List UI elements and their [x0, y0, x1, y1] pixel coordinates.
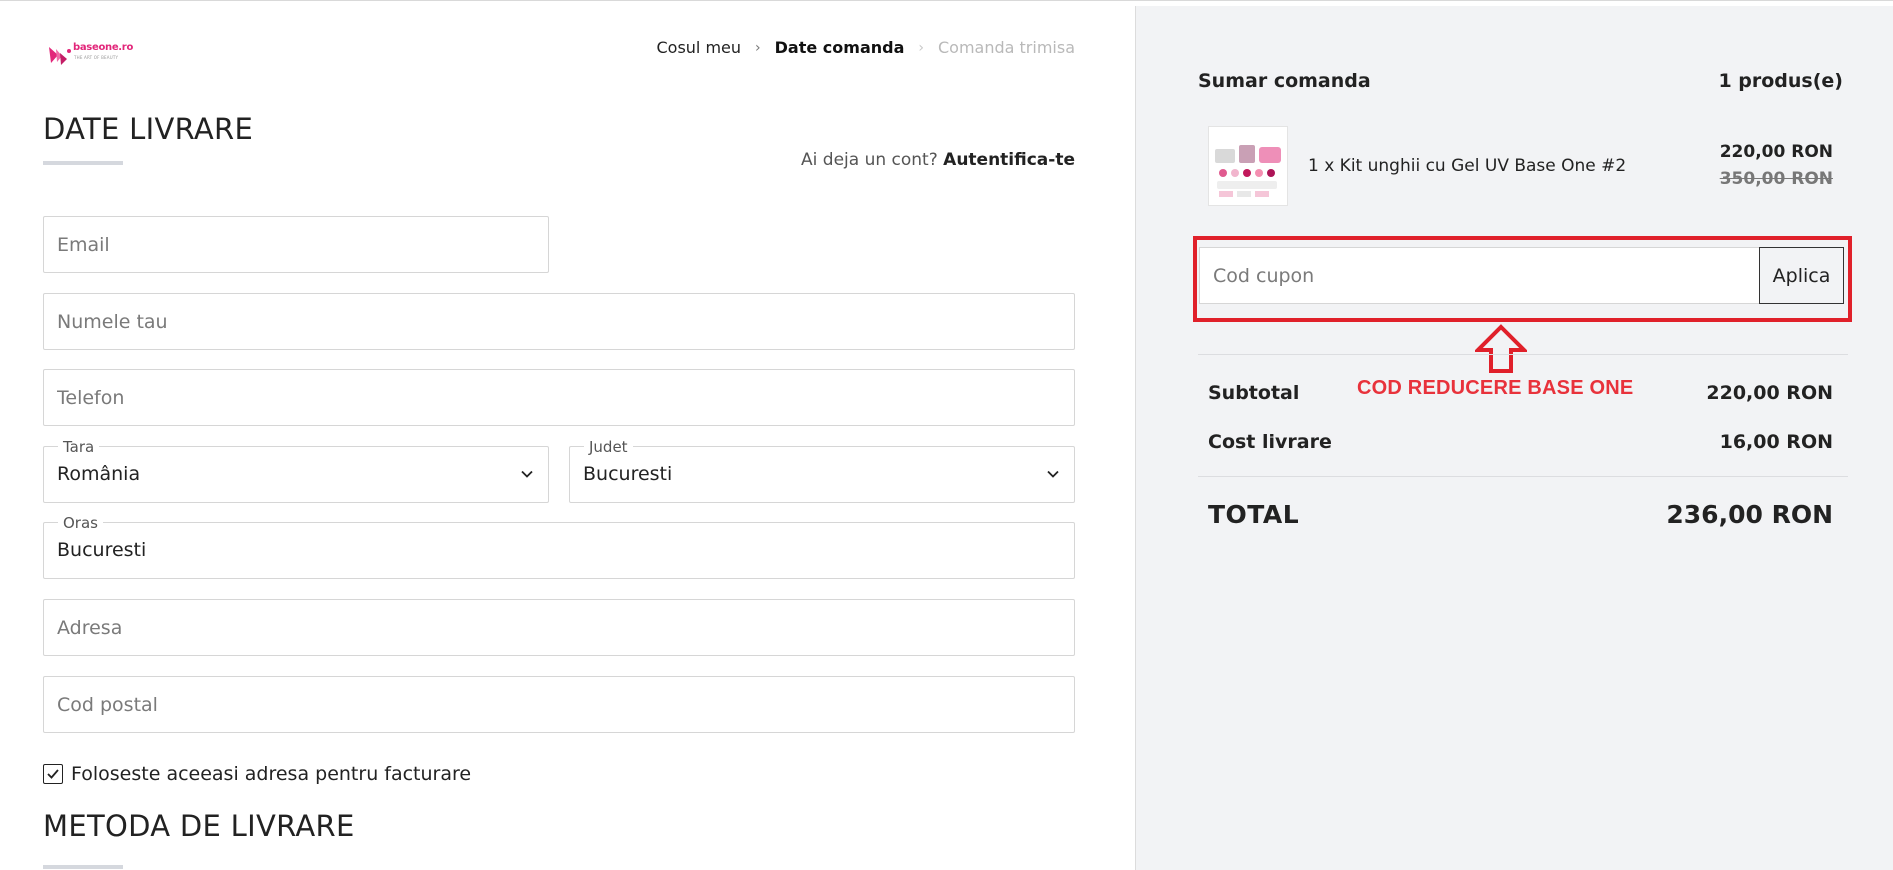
- summary-item-count: 1 produs(e): [1718, 70, 1843, 92]
- same-billing-label: Foloseste aceeasi adresa pentru facturar…: [71, 763, 472, 785]
- butterfly-logo-icon: [49, 47, 71, 65]
- breadcrumb-order-details: Date comanda: [774, 38, 905, 57]
- county-select[interactable]: Judet Bucuresti: [569, 438, 1075, 503]
- coupon-annotation: COD REDUCERE BASE ONE: [1357, 377, 1634, 399]
- address-field[interactable]: [44, 600, 1074, 655]
- chevron-right-icon: ›: [918, 39, 924, 56]
- postal-code-field-wrapper: [43, 676, 1075, 733]
- city-label: Oras: [58, 514, 103, 532]
- delivery-section-title: DATE LIVRARE: [43, 112, 254, 146]
- total-label: TOTAL: [1208, 500, 1300, 529]
- chevron-down-icon: [521, 470, 533, 478]
- nail-kit-thumbnail-icon: [1215, 145, 1281, 197]
- checkout-form-panel: baseone.ro THE ART OF BEAUTY Cosul meu ›…: [0, 6, 1135, 870]
- summary-title: Sumar comanda: [1198, 70, 1371, 92]
- chevron-down-icon: [1047, 470, 1059, 478]
- email-field[interactable]: [44, 217, 548, 272]
- total-value: 236,00 RON: [1666, 500, 1833, 529]
- name-field-wrapper: [43, 293, 1075, 350]
- county-value: Bucuresti: [583, 463, 673, 485]
- apply-coupon-button[interactable]: Aplica: [1759, 247, 1844, 304]
- arrow-up-icon: [1475, 324, 1527, 373]
- login-prompt-text: Ai deja un cont?: [801, 150, 938, 170]
- country-value: România: [57, 463, 141, 485]
- country-select[interactable]: Tara România: [43, 438, 549, 503]
- section-underline: [43, 865, 123, 869]
- city-value: Bucuresti: [57, 539, 147, 561]
- breadcrumb-order-sent: Comanda trimisa: [937, 38, 1075, 57]
- address-field-wrapper: [43, 599, 1075, 656]
- shipping-method-title: METODA DE LIVRARE: [43, 809, 355, 843]
- checkmark-icon: [47, 769, 59, 779]
- coupon-field-wrapper: [1199, 247, 1762, 304]
- name-field[interactable]: [44, 294, 1074, 349]
- email-field-wrapper: [43, 216, 549, 273]
- phone-field-wrapper: [43, 369, 1075, 426]
- county-label: Judet: [584, 438, 633, 456]
- product-name[interactable]: 1 x Kit unghii cu Gel UV Base One #2: [1308, 156, 1626, 176]
- coupon-code-input[interactable]: [1200, 248, 1761, 303]
- same-billing-row: Foloseste aceeasi adresa pentru facturar…: [43, 763, 471, 785]
- login-prompt: Ai deja un cont? Autentifica-te: [801, 150, 1075, 170]
- site-logo[interactable]: baseone.ro THE ART OF BEAUTY: [47, 40, 133, 68]
- shipping-cost-label: Cost livrare: [1208, 431, 1332, 453]
- city-field[interactable]: Oras Bucuresti: [43, 514, 1075, 579]
- summary-divider: [1198, 476, 1848, 477]
- product-old-price: 350,00 RON: [1719, 169, 1833, 189]
- chevron-right-icon: ›: [755, 39, 761, 56]
- product-price: 220,00 RON: [1719, 142, 1833, 162]
- logo-tagline: THE ART OF BEAUTY: [74, 55, 119, 60]
- login-link[interactable]: Autentifica-te: [943, 150, 1075, 170]
- phone-field[interactable]: [44, 370, 1074, 425]
- same-billing-checkbox[interactable]: [43, 764, 63, 784]
- country-label: Tara: [58, 438, 100, 456]
- summary-divider: [1198, 354, 1848, 355]
- subtotal-label: Subtotal: [1208, 382, 1300, 404]
- shipping-cost-value: 16,00 RON: [1719, 431, 1833, 453]
- product-image: [1208, 126, 1288, 206]
- section-underline: [43, 161, 123, 165]
- checkout-breadcrumb: Cosul meu › Date comanda › Comanda trimi…: [656, 38, 1075, 57]
- order-summary-panel: Sumar comanda 1 produs(e) 1 x Kit unghii…: [1135, 6, 1893, 870]
- logo-wordmark: baseone.ro: [73, 42, 134, 53]
- breadcrumb-cart[interactable]: Cosul meu: [656, 38, 741, 57]
- subtotal-value: 220,00 RON: [1706, 382, 1833, 404]
- postal-code-field[interactable]: [44, 677, 1074, 732]
